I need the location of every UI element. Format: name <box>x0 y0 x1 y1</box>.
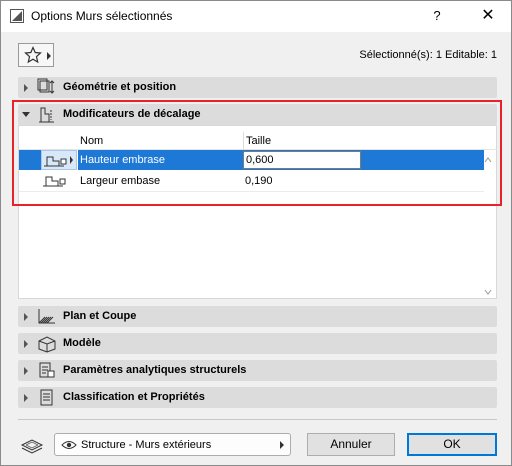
classification-icon <box>40 389 53 406</box>
section-analytic[interactable]: Paramètres analytiques structurels <box>18 360 497 381</box>
model-icon <box>38 336 56 353</box>
chevron-right-icon <box>24 394 28 402</box>
chevron-right-icon <box>24 313 28 321</box>
section-label: Classification et Propriétés <box>63 391 205 403</box>
eye-icon <box>61 441 77 449</box>
section-label: Modèle <box>63 337 101 349</box>
section-classification[interactable]: Classification et Propriétés <box>18 387 497 408</box>
help-button[interactable]: ? <box>425 5 449 27</box>
dialog-window: Options Murs sélectionnés ? ✕ Sélectionn… <box>0 0 512 466</box>
chevron-right-icon <box>24 84 28 92</box>
cancel-button[interactable]: Annuler <box>307 433 395 456</box>
section-label: Paramètres analytiques structurels <box>63 364 247 376</box>
analytic-icon <box>39 362 55 378</box>
chevron-right-icon <box>47 52 51 60</box>
section-geometry[interactable]: Géométrie et position <box>18 77 497 98</box>
close-button[interactable]: ✕ <box>475 5 501 27</box>
geometry-icon <box>37 78 55 94</box>
layer-select-label: Structure - Murs extérieurs <box>81 439 212 451</box>
chevron-right-icon <box>24 340 28 348</box>
title-bar: Options Murs sélectionnés ? ✕ <box>1 1 511 32</box>
section-label: Géométrie et position <box>63 81 177 93</box>
layer-icon <box>20 439 44 454</box>
star-icon <box>24 46 42 64</box>
highlight-frame <box>12 100 502 206</box>
plan-section-icon <box>38 309 55 324</box>
footer-divider <box>18 419 497 420</box>
section-label: Plan et Coupe <box>63 310 137 322</box>
section-model[interactable]: Modèle <box>18 333 497 354</box>
app-icon <box>10 9 24 23</box>
section-plan-section[interactable]: Plan et Coupe <box>18 306 497 327</box>
favorites-button[interactable] <box>18 43 54 67</box>
window-title: Options Murs sélectionnés <box>31 9 173 23</box>
scroll-down-icon[interactable] <box>484 288 492 296</box>
ok-button[interactable]: OK <box>407 433 497 456</box>
selection-count: Sélectionné(s): 1 Editable: 1 <box>359 49 497 61</box>
layer-select[interactable]: Structure - Murs extérieurs <box>54 433 291 456</box>
chevron-right-icon <box>280 441 284 449</box>
chevron-right-icon <box>24 367 28 375</box>
